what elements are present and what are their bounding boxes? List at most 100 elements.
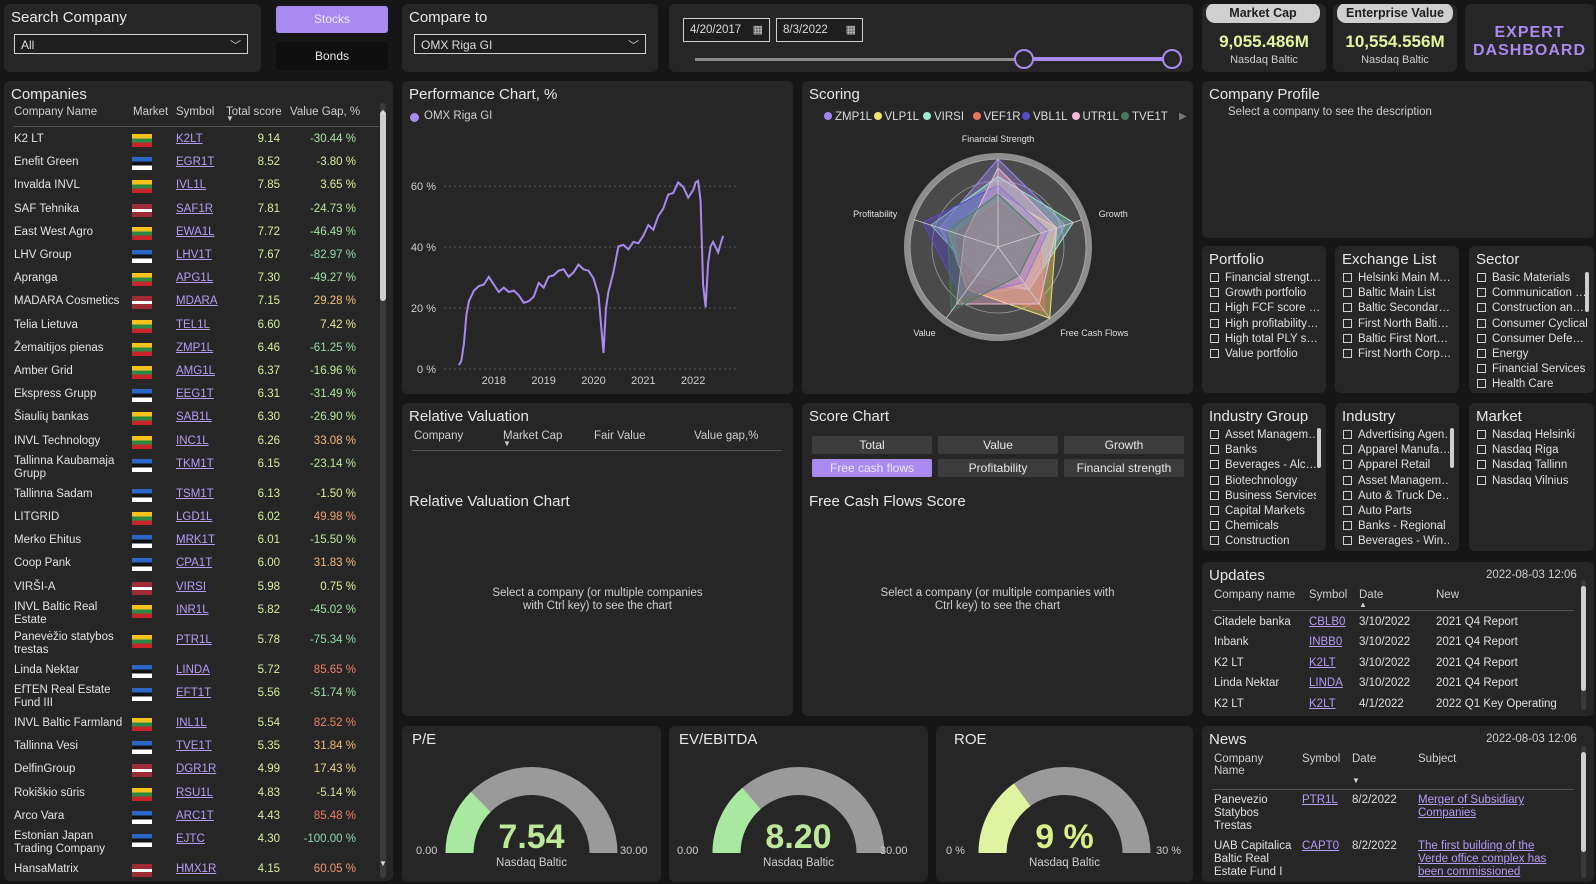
checkbox-icon[interactable] — [1210, 288, 1219, 298]
checkbox-icon[interactable] — [1477, 445, 1486, 455]
company-symbol-link[interactable]: EFT1T — [176, 687, 211, 699]
news-col-subject[interactable]: Subject — [1418, 753, 1456, 765]
company-symbol-link[interactable]: APG1L — [176, 272, 213, 284]
industry-group-scroll-thumb[interactable] — [1317, 428, 1321, 468]
expert-dashboard-button[interactable]: EXPERT DASHBOARD — [1465, 4, 1594, 72]
filter-option[interactable]: Business Services — [1210, 490, 1316, 502]
checkbox-icon[interactable] — [1343, 475, 1352, 485]
checkbox-icon[interactable] — [1343, 333, 1352, 343]
update-row[interactable]: Citadele banka CBLB0 3/10/2022 2021 Q4 Repo… — [1202, 616, 1582, 634]
rv-col-company[interactable]: Company — [414, 430, 463, 442]
company-row[interactable]: Estonian Japan Trading Company EJTC 4.30 -1… — [4, 829, 374, 859]
filter-option[interactable]: Financial strengt… — [1210, 272, 1324, 284]
news-subject-link[interactable]: Merger of Subsidiary Companies — [1418, 794, 1548, 820]
news-col-company[interactable]: Company Name — [1214, 753, 1284, 777]
checkbox-icon[interactable] — [1343, 288, 1352, 298]
update-row[interactable]: Linda Nektar LINDA 3/10/2022 2021 Q4 Report — [1202, 677, 1582, 695]
company-row[interactable]: Šiaulių bankas SAB1L 6.30 -26.90 % — [4, 407, 374, 430]
rv-col-fair-value[interactable]: Fair Value — [594, 430, 646, 442]
filter-option[interactable]: Nasdaq Vilnius — [1477, 475, 1593, 487]
filter-option[interactable]: Beverages - Alc… — [1210, 459, 1316, 471]
company-symbol-link[interactable]: INL1L — [176, 717, 207, 729]
checkbox-icon[interactable] — [1343, 318, 1352, 328]
score-growth-button[interactable]: Growth — [1064, 436, 1184, 454]
checkbox-icon[interactable] — [1343, 430, 1352, 439]
filter-option[interactable]: Construction — [1210, 535, 1316, 547]
checkbox-icon[interactable] — [1210, 536, 1219, 546]
filter-option[interactable]: Beverages - Win… — [1343, 535, 1449, 547]
company-row[interactable]: Rokiškio sūris RSU1L 4.83 -5.14 % — [4, 783, 374, 806]
news-subject-link[interactable]: The first building of the Verde office c… — [1418, 840, 1548, 879]
company-row[interactable]: Tallinna Vesi TVE1T 5.35 31.84 % — [4, 736, 374, 759]
company-row[interactable]: LITGRID LGD1L 6.02 49.98 % — [4, 507, 374, 530]
company-row[interactable]: Tallinna Sadam TSM1T 6.13 -1.50 % — [4, 484, 374, 507]
checkbox-icon[interactable] — [1210, 475, 1219, 485]
company-symbol-link[interactable]: RSU1L — [176, 787, 213, 799]
col-market[interactable]: Market — [133, 106, 168, 118]
checkbox-icon[interactable] — [1343, 445, 1352, 455]
checkbox-icon[interactable] — [1343, 303, 1352, 313]
company-symbol-link[interactable]: LINDA — [176, 664, 210, 676]
filter-option[interactable]: Financial Services — [1477, 363, 1594, 375]
filter-option[interactable]: Consumer Defe… — [1477, 333, 1594, 345]
company-symbol-link[interactable]: LGD1L — [176, 511, 212, 523]
update-row[interactable]: Inbank INBB0 3/10/2022 2021 Q4 Report — [1202, 636, 1582, 654]
company-symbol-link[interactable]: EJTC — [176, 833, 205, 845]
checkbox-icon[interactable] — [1477, 318, 1486, 328]
checkbox-icon[interactable] — [1210, 521, 1219, 531]
score-profitability-button[interactable]: Profitability — [938, 459, 1058, 477]
checkbox-icon[interactable] — [1477, 333, 1486, 343]
update-symbol-link[interactable]: K2LT — [1309, 698, 1336, 710]
company-row[interactable]: INVL Technology INC1L 6.26 33.08 % — [4, 431, 374, 454]
company-symbol-link[interactable]: SAF1R — [176, 203, 213, 215]
company-row[interactable]: INVL Baltic Real Estate INR1L 5.82 -45.02 % — [4, 600, 374, 630]
company-row[interactable]: Invalda INVL IVL1L 7.85 3.65 % — [4, 175, 374, 198]
company-symbol-link[interactable]: MDARA — [176, 295, 218, 307]
company-symbol-link[interactable]: TEL1L — [176, 319, 210, 331]
news-row[interactable]: Panevezio Statybos Trestas PTR1L 8/2/2022 M… — [1202, 794, 1582, 838]
checkbox-icon[interactable] — [1477, 460, 1486, 470]
filter-option[interactable]: Basic Materials — [1477, 272, 1594, 284]
filter-option[interactable]: High profitability… — [1210, 318, 1324, 330]
company-row[interactable]: Ekspress Grupp EEG1T 6.31 -31.49 % — [4, 384, 374, 407]
company-row[interactable]: Žemaitijos pienas ZMP1L 6.46 -61.25 % — [4, 338, 374, 361]
checkbox-icon[interactable] — [1343, 521, 1352, 531]
news-symbol-link[interactable]: PTR1L — [1302, 794, 1338, 806]
company-row[interactable]: Arco Vara ARC1T 4.43 85.48 % — [4, 806, 374, 829]
filter-option[interactable]: Banks - Regional — [1343, 520, 1449, 532]
score-financial-strength-button[interactable]: Financial strength — [1064, 459, 1184, 477]
company-symbol-link[interactable]: ARC1T — [176, 810, 214, 822]
checkbox-icon[interactable] — [1477, 273, 1486, 282]
company-symbol-link[interactable]: AMG1L — [176, 365, 215, 377]
compare-dropdown[interactable]: OMX Riga GI ﹀ — [414, 34, 646, 54]
bonds-button[interactable]: Bonds — [276, 42, 388, 70]
checkbox-icon[interactable] — [1343, 536, 1352, 546]
checkbox-icon[interactable] — [1210, 349, 1219, 358]
filter-option[interactable]: Advertising Agen… — [1343, 429, 1449, 441]
filter-option[interactable]: Value portfolio — [1210, 348, 1324, 360]
filter-option[interactable]: High total PLY s… — [1210, 333, 1324, 345]
sector-scroll-thumb[interactable] — [1585, 272, 1589, 312]
filter-option[interactable]: Apparel Manufa… — [1343, 444, 1449, 456]
scroll-up-icon[interactable]: ▲ — [379, 107, 387, 116]
company-symbol-link[interactable]: INR1L — [176, 604, 209, 616]
filter-option[interactable]: Baltic Secondar… — [1343, 302, 1457, 314]
rv-col-market-cap[interactable]: Market Cap — [503, 430, 562, 442]
updates-scroll-thumb[interactable] — [1581, 586, 1586, 691]
company-symbol-link[interactable]: DGR1R — [176, 763, 216, 775]
filter-option[interactable]: Banks — [1210, 444, 1316, 456]
update-symbol-link[interactable]: K2LT — [1309, 657, 1336, 669]
checkbox-icon[interactable] — [1343, 349, 1352, 358]
companies-scroll-thumb[interactable] — [380, 111, 386, 301]
checkbox-icon[interactable] — [1343, 273, 1352, 282]
filter-option[interactable]: Baltic Main List — [1343, 287, 1457, 299]
filter-option[interactable]: Health Care — [1477, 378, 1594, 390]
company-row[interactable]: DelfinGroup DGR1R 4.99 17.43 % — [4, 759, 374, 782]
filter-option[interactable]: Asset Managem… — [1210, 429, 1316, 441]
checkbox-icon[interactable] — [1210, 333, 1219, 343]
checkbox-icon[interactable] — [1477, 364, 1486, 374]
company-row[interactable]: SAF Tehnika SAF1R 7.81 -24.73 % — [4, 199, 374, 222]
company-symbol-link[interactable]: MRK1T — [176, 534, 215, 546]
company-symbol-link[interactable]: EEG1T — [176, 388, 214, 400]
company-symbol-link[interactable]: VIRSI — [176, 581, 206, 593]
